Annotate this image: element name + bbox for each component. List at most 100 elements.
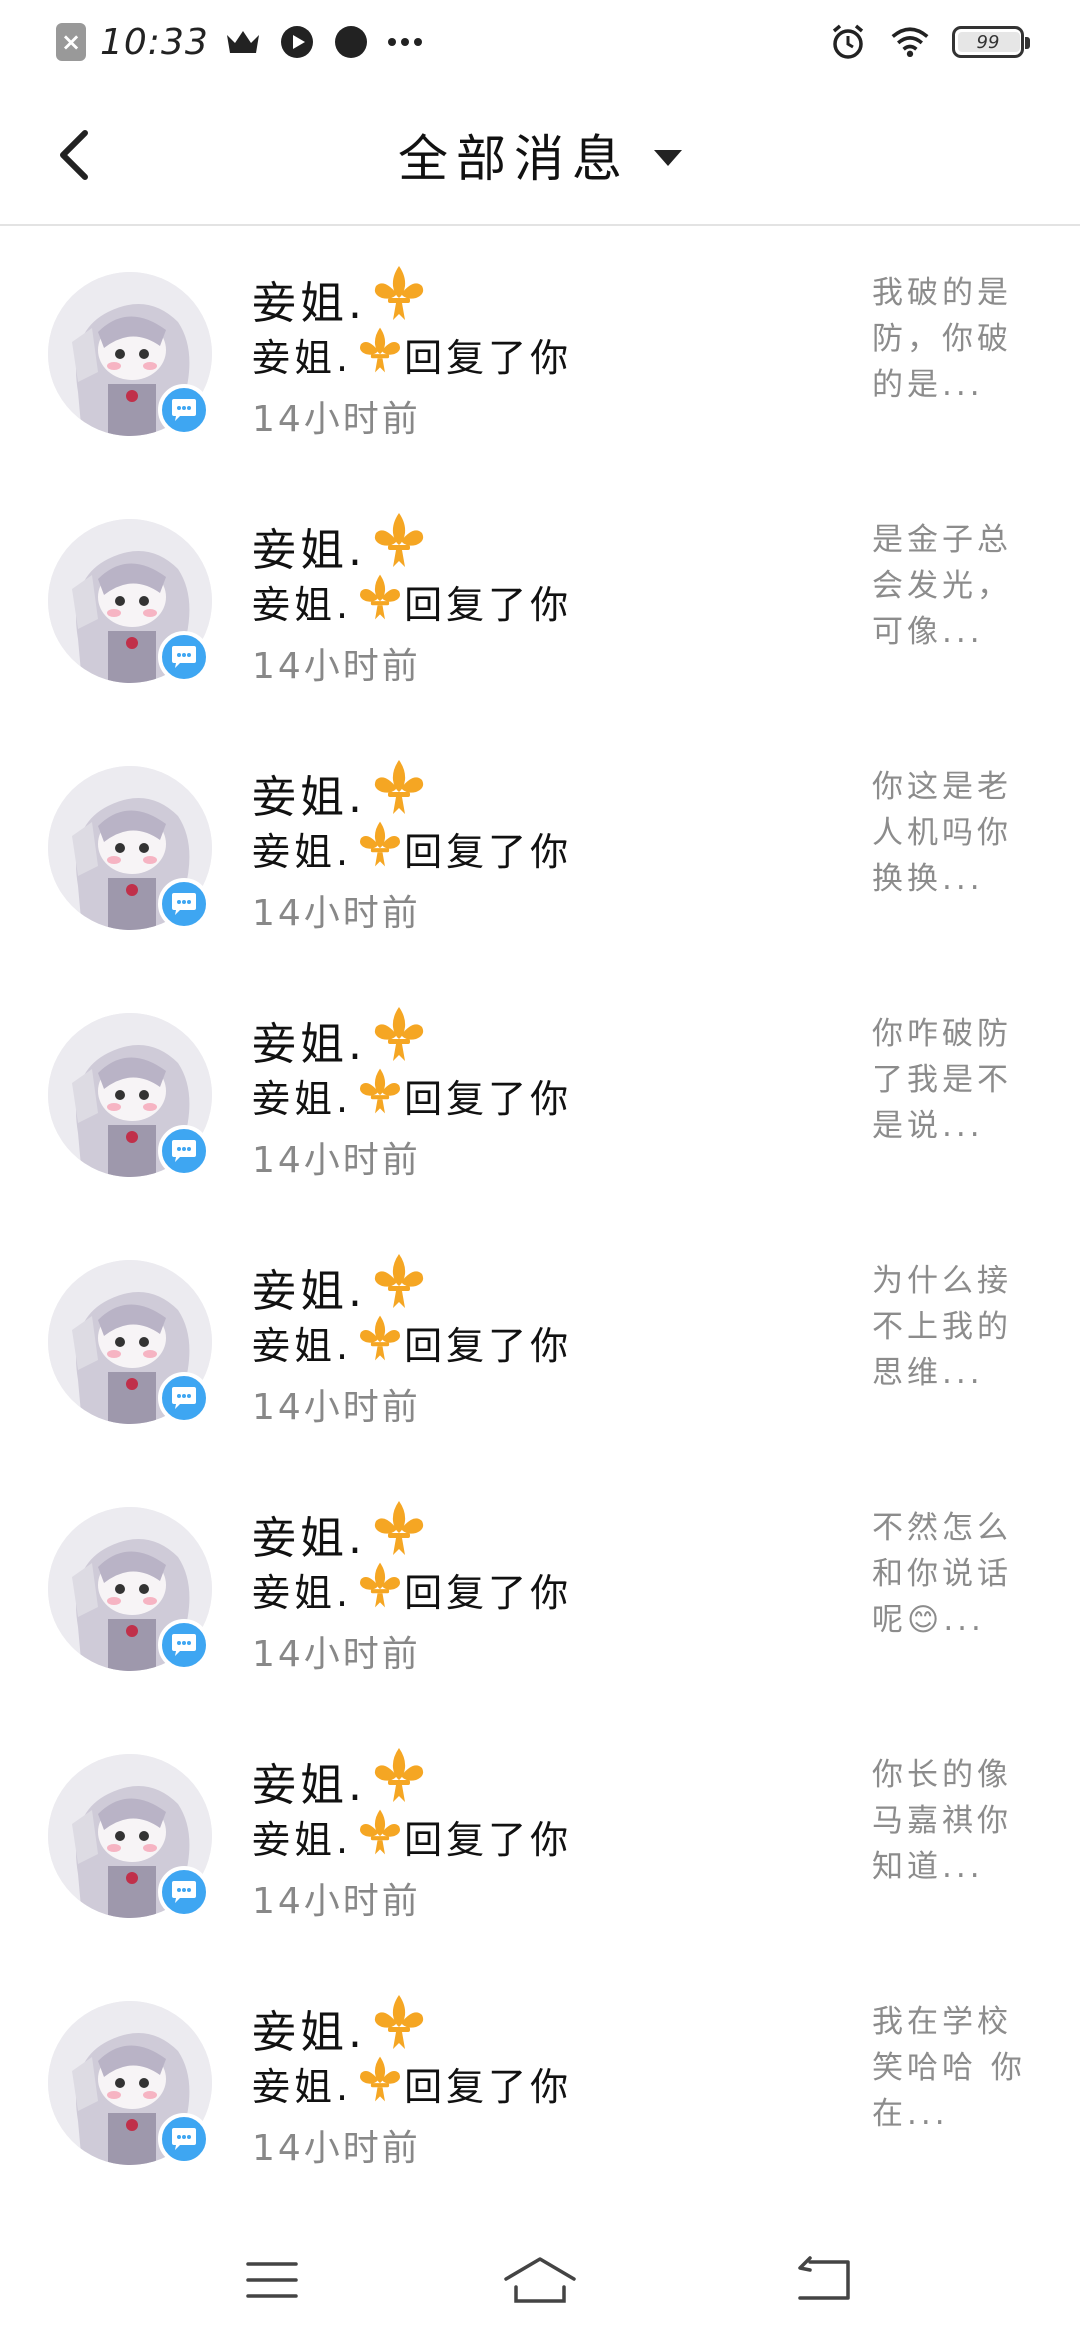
list-item[interactable]: 妾姐. 妾姐. 回复了你 14小时前 你咋破防了我是不是说... xyxy=(0,969,1080,1216)
fleur-de-lis-icon xyxy=(356,1067,404,1124)
page-title: 全部消息 xyxy=(398,130,630,188)
fleur-de-lis-icon xyxy=(356,573,404,630)
list-item[interactable]: 妾姐. 妾姐. 回复了你 14小时前 为什么接不上我的思维... xyxy=(0,1216,1080,1463)
message-preview: 为什么接不上我的思维... xyxy=(872,1263,1012,1391)
return-button[interactable] xyxy=(774,2240,874,2320)
notification-close-icon: × xyxy=(56,23,86,61)
message-time: 14小时前 xyxy=(252,1387,421,1428)
header: 全部消息 xyxy=(0,84,1080,226)
chat-bubble-icon xyxy=(158,1125,210,1177)
battery-icon: 99 xyxy=(952,26,1030,58)
sender-name[interactable]: 妾姐. xyxy=(252,511,428,580)
sender-name[interactable]: 妾姐. xyxy=(252,1499,428,1568)
list-item[interactable]: 妾姐. 妾姐. 回复了你 14小时前 是金子总会发光，可像... xyxy=(0,475,1080,722)
chat-bubble-icon xyxy=(158,631,210,683)
sender-name[interactable]: 妾姐. xyxy=(252,264,428,333)
avatar-wrap[interactable] xyxy=(48,1013,212,1177)
chat-bubble-icon xyxy=(158,1866,210,1918)
action-text: 回复了你 xyxy=(404,1571,573,1615)
sender-name-text: 妾姐. xyxy=(252,2006,366,2058)
action-line: 妾姐. 回复了你 xyxy=(252,2055,572,2112)
avatar-wrap[interactable] xyxy=(48,2001,212,2165)
more-dots-icon xyxy=(385,22,425,62)
message-preview: 是金子总会发光，可像... xyxy=(872,522,1012,650)
action-text: 回复了你 xyxy=(404,830,573,874)
status-time: 10:33 xyxy=(100,21,209,63)
status-bar: × 10:33 99 xyxy=(0,0,1080,84)
list-item[interactable]: 妾姐. 妾姐. 回复了你 14小时前 我破的是防，你破的是... xyxy=(0,228,1080,475)
fleur-de-lis-icon xyxy=(356,820,404,877)
action-name: 妾姐. xyxy=(252,336,353,380)
fleur-de-lis-icon xyxy=(370,1993,428,2062)
list-item[interactable]: 妾姐. 妾姐. 回复了你 14小时前 不然怎么和你说话呢😊... xyxy=(0,1463,1080,1710)
action-text: 回复了你 xyxy=(404,583,573,627)
sender-name[interactable]: 妾姐. xyxy=(252,1252,428,1321)
compass-icon xyxy=(331,22,371,62)
action-text: 回复了你 xyxy=(404,1818,573,1862)
menu-button[interactable] xyxy=(222,2240,322,2320)
fleur-de-lis-icon xyxy=(370,264,428,333)
system-nav-bar xyxy=(0,2220,1080,2340)
message-preview: 你这是老人机吗你换换... xyxy=(872,769,1012,897)
message-time: 14小时前 xyxy=(252,2128,421,2169)
list-item[interactable]: 妾姐. 妾姐. 回复了你 14小时前 你这是老人机吗你换换... xyxy=(0,722,1080,969)
fleur-de-lis-icon xyxy=(370,758,428,827)
message-preview: 我在学校笑哈哈 你在... xyxy=(872,2004,1026,2132)
caret-down-icon xyxy=(654,150,682,166)
action-name: 妾姐. xyxy=(252,1571,353,1615)
sender-name-text: 妾姐. xyxy=(252,771,366,823)
crown-icon xyxy=(223,22,263,62)
return-icon xyxy=(798,2256,850,2300)
avatar-wrap[interactable] xyxy=(48,1507,212,1671)
avatar-wrap[interactable] xyxy=(48,272,212,436)
list-item[interactable]: 妾姐. 妾姐. 回复了你 14小时前 我在学校笑哈哈 你在... xyxy=(0,1957,1080,2204)
alarm-icon xyxy=(828,22,868,62)
action-line: 妾姐. 回复了你 xyxy=(252,1067,572,1124)
fleur-de-lis-icon xyxy=(370,1499,428,1568)
avatar-wrap[interactable] xyxy=(48,766,212,930)
message-preview: 我破的是防，你破的是... xyxy=(872,275,1012,403)
sender-name-text: 妾姐. xyxy=(252,277,366,329)
fleur-de-lis-icon xyxy=(370,1252,428,1321)
message-time: 14小时前 xyxy=(252,893,421,934)
sender-name-text: 妾姐. xyxy=(252,1018,366,1070)
message-preview: 不然怎么和你说话呢😊... xyxy=(872,1510,1012,1638)
fleur-de-lis-icon xyxy=(370,1746,428,1815)
action-text: 回复了你 xyxy=(404,336,573,380)
action-name: 妾姐. xyxy=(252,830,353,874)
home-button[interactable] xyxy=(490,2240,590,2320)
action-name: 妾姐. xyxy=(252,2065,353,2109)
action-line: 妾姐. 回复了你 xyxy=(252,573,572,630)
sender-name[interactable]: 妾姐. xyxy=(252,1005,428,1074)
title-dropdown[interactable]: 全部消息 xyxy=(0,120,1080,190)
sender-name[interactable]: 妾姐. xyxy=(252,758,428,827)
play-icon xyxy=(277,22,317,62)
home-icon xyxy=(504,2257,576,2303)
chat-bubble-icon xyxy=(158,384,210,436)
action-line: 妾姐. 回复了你 xyxy=(252,1561,572,1618)
action-line: 妾姐. 回复了你 xyxy=(252,1314,572,1371)
message-time: 14小时前 xyxy=(252,399,421,440)
action-name: 妾姐. xyxy=(252,583,353,627)
sender-name[interactable]: 妾姐. xyxy=(252,1993,428,2062)
action-text: 回复了你 xyxy=(404,1077,573,1121)
sender-name[interactable]: 妾姐. xyxy=(252,1746,428,1815)
list-item[interactable]: 妾姐. 妾姐. 回复了你 14小时前 你长的像马嘉祺你知道... xyxy=(0,1710,1080,1957)
action-name: 妾姐. xyxy=(252,1077,353,1121)
menu-icon xyxy=(246,2262,298,2298)
avatar-wrap[interactable] xyxy=(48,519,212,683)
fleur-de-lis-icon xyxy=(370,511,428,580)
message-preview: 你咋破防了我是不是说... xyxy=(872,1016,1012,1144)
action-text: 回复了你 xyxy=(404,2065,573,2109)
chat-bubble-icon xyxy=(158,1372,210,1424)
action-line: 妾姐. 回复了你 xyxy=(252,820,572,877)
action-line: 妾姐. 回复了你 xyxy=(252,326,572,383)
avatar-wrap[interactable] xyxy=(48,1754,212,1918)
avatar-wrap[interactable] xyxy=(48,1260,212,1424)
fleur-de-lis-icon xyxy=(370,1005,428,1074)
battery-percent: 99 xyxy=(976,31,1000,53)
message-time: 14小时前 xyxy=(252,646,421,687)
message-preview: 你长的像马嘉祺你知道... xyxy=(872,1757,1012,1885)
action-name: 妾姐. xyxy=(252,1818,353,1862)
fleur-de-lis-icon xyxy=(356,1314,404,1371)
